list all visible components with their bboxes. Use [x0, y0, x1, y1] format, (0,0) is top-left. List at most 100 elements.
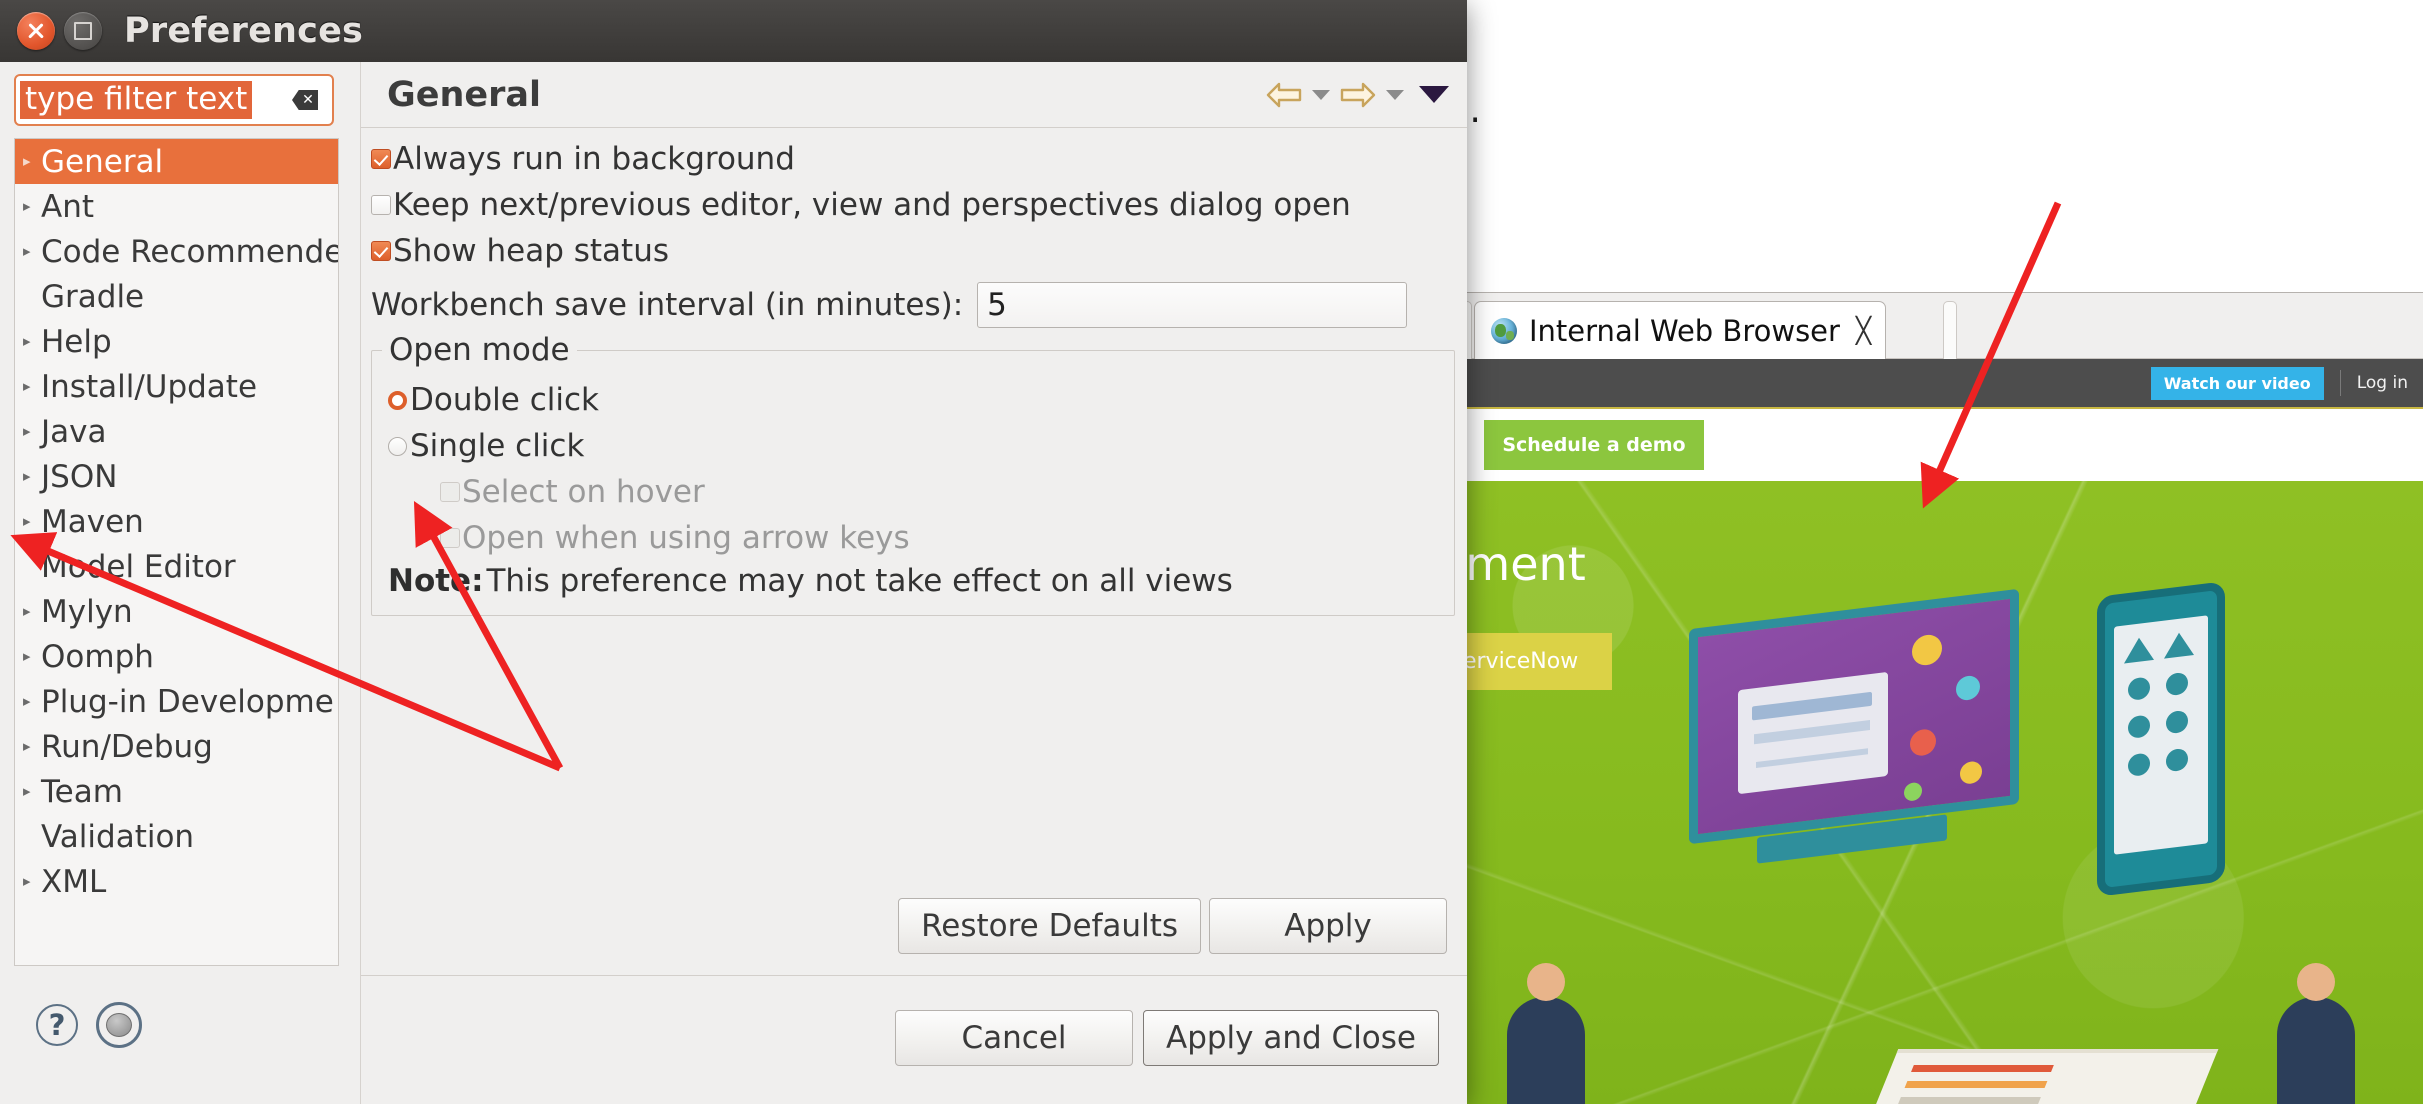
tree-item-xml[interactable]: ▸XML — [15, 859, 338, 904]
expand-arrow-icon[interactable]: ▸ — [23, 604, 39, 619]
dialog-button-row: Cancel Apply and Close — [895, 1010, 1439, 1066]
save-interval-input[interactable]: 5 — [977, 282, 1407, 328]
preferences-dialog: Preferences type filter text ✕ ▸General▸… — [0, 0, 1467, 1104]
tree-item-label: General — [41, 144, 163, 180]
tab-label: Internal Web Browser — [1529, 314, 1840, 348]
cancel-button[interactable]: Cancel — [895, 1010, 1133, 1066]
site-top-bar: Watch our video Log in — [1457, 359, 2423, 409]
tree-item-team[interactable]: ▸Team — [15, 769, 338, 814]
radio-icon[interactable] — [388, 391, 407, 410]
tree-item-gradle[interactable]: ▸Gradle — [15, 274, 338, 319]
expand-arrow-icon[interactable]: ▸ — [23, 739, 39, 754]
phone-triangle — [2124, 636, 2154, 664]
tree-item-install-update[interactable]: ▸Install/Update — [15, 364, 338, 409]
expand-arrow-icon[interactable]: ▸ — [23, 154, 39, 169]
note-prefix: Note: — [388, 563, 483, 599]
expand-arrow-icon[interactable]: ▸ — [23, 784, 39, 799]
tree-item-model-editor[interactable]: ▸Model Editor — [15, 544, 338, 589]
preferences-tree[interactable]: ▸General▸Ant▸Code Recommende▸Gradle▸Help… — [14, 138, 339, 966]
checkbox-row[interactable]: Show heap status — [371, 228, 1467, 274]
tab-internal-web-browser[interactable]: Internal Web Browser ╳ — [1474, 301, 1886, 359]
help-icon[interactable]: ? — [36, 1004, 78, 1046]
close-icon[interactable] — [17, 12, 55, 50]
tree-item-label: Validation — [41, 819, 194, 855]
expand-arrow-icon[interactable]: ▸ — [23, 514, 39, 529]
tree-item-java[interactable]: ▸Java — [15, 409, 338, 454]
watch-video-button[interactable]: Watch our video — [2151, 367, 2324, 400]
checkbox-label: Always run in background — [393, 136, 795, 182]
checkbox-row[interactable]: Keep next/previous editor, view and pers… — [371, 182, 1467, 228]
expand-arrow-icon[interactable]: ▸ — [23, 694, 39, 709]
forward-arrow-icon[interactable] — [1339, 81, 1377, 109]
tree-item-help[interactable]: ▸Help — [15, 319, 338, 364]
checkbox-icon[interactable] — [371, 149, 391, 169]
expand-arrow-icon[interactable]: ▸ — [23, 874, 39, 889]
radio-label: Single click — [410, 423, 584, 469]
radio-row[interactable]: Double click — [388, 377, 1438, 423]
globe-icon — [1491, 318, 1517, 344]
expand-arrow-icon[interactable]: ▸ — [23, 244, 39, 259]
phone-dot — [2166, 710, 2188, 735]
tree-item-plug-in-developme[interactable]: ▸Plug-in Developme — [15, 679, 338, 724]
checkbox-icon[interactable] — [371, 241, 391, 261]
apply-and-close-button[interactable]: Apply and Close — [1143, 1010, 1439, 1066]
person-illustration-left — [1507, 997, 1585, 1104]
tree-item-oomph[interactable]: ▸Oomph — [15, 634, 338, 679]
shell-icon[interactable] — [96, 1002, 142, 1048]
filter-field-wrapper[interactable]: type filter text ✕ — [14, 74, 334, 126]
chevron-down-icon[interactable] — [1386, 90, 1404, 100]
page-title: General — [387, 75, 541, 115]
tree-item-label: Help — [41, 324, 112, 360]
checkbox-icon[interactable] — [371, 195, 391, 215]
phone-screen — [2114, 615, 2208, 855]
search-input[interactable]: type filter text — [20, 81, 252, 120]
schedule-demo-button[interactable]: Schedule a demo — [1484, 420, 1703, 470]
decor-dot — [1912, 633, 1942, 667]
restore-defaults-button[interactable]: Restore Defaults — [898, 898, 1201, 954]
monitor-screen — [1738, 672, 1888, 794]
tree-item-label: Maven — [41, 504, 144, 540]
tree-item-label: Plug-in Developme — [41, 684, 334, 720]
clear-icon[interactable]: ✕ — [292, 90, 318, 110]
checkbox-row[interactable]: Always run in background — [371, 136, 1467, 182]
tree-item-mylyn[interactable]: ▸Mylyn — [15, 589, 338, 634]
hero-title: elopment — [1457, 537, 1586, 591]
preferences-left-pane: type filter text ✕ ▸General▸Ant▸Code Rec… — [0, 62, 360, 1104]
apply-button[interactable]: Apply — [1209, 898, 1447, 954]
dialog-title-bar[interactable]: Preferences — [0, 0, 1467, 62]
tree-item-ant[interactable]: ▸Ant — [15, 184, 338, 229]
tree-item-maven[interactable]: ▸Maven — [15, 499, 338, 544]
tree-item-label: Java — [41, 414, 106, 450]
hero-servicenow-button[interactable]: ServiceNow — [1457, 633, 1612, 690]
radio-icon[interactable] — [388, 437, 407, 456]
tree-item-code-recommende[interactable]: ▸Code Recommende — [15, 229, 338, 274]
tree-item-run-debug[interactable]: ▸Run/Debug — [15, 724, 338, 769]
back-arrow-icon[interactable] — [1265, 81, 1303, 109]
sub-option-label: Select on hover — [462, 469, 705, 515]
hero-banner: elopment ServiceNow — [1457, 481, 2423, 1104]
tree-item-general[interactable]: ▸General — [15, 139, 338, 184]
expand-arrow-icon[interactable]: ▸ — [23, 469, 39, 484]
expand-arrow-icon[interactable]: ▸ — [23, 424, 39, 439]
maximize-icon[interactable] — [64, 12, 102, 50]
expand-arrow-icon[interactable]: ▸ — [23, 334, 39, 349]
phone-illustration — [2097, 581, 2225, 897]
expand-arrow-icon[interactable]: ▸ — [23, 649, 39, 664]
tree-item-json[interactable]: ▸JSON — [15, 454, 338, 499]
close-tab-icon[interactable]: ╳ — [1856, 318, 1871, 343]
open-mode-group: Open mode Double clickSingle click Selec… — [371, 350, 1455, 616]
tree-item-label: Model Editor — [41, 549, 236, 585]
log-in-link[interactable]: Log in — [2357, 373, 2408, 393]
view-menu-triangle-icon[interactable] — [1419, 86, 1449, 103]
tree-item-validation[interactable]: ▸Validation — [15, 814, 338, 859]
chevron-down-icon[interactable] — [1312, 90, 1330, 100]
expand-arrow-icon[interactable]: ▸ — [23, 379, 39, 394]
tree-item-label: Ant — [41, 189, 94, 225]
checkbox-icon — [440, 528, 460, 548]
tree-item-label: Team — [41, 774, 123, 810]
radio-row[interactable]: Single click — [388, 423, 1438, 469]
window-title: Preferences — [124, 11, 363, 51]
checkbox-label: Keep next/previous editor, view and pers… — [393, 182, 1351, 228]
preferences-right-pane: General — [360, 62, 1467, 1104]
expand-arrow-icon[interactable]: ▸ — [23, 199, 39, 214]
